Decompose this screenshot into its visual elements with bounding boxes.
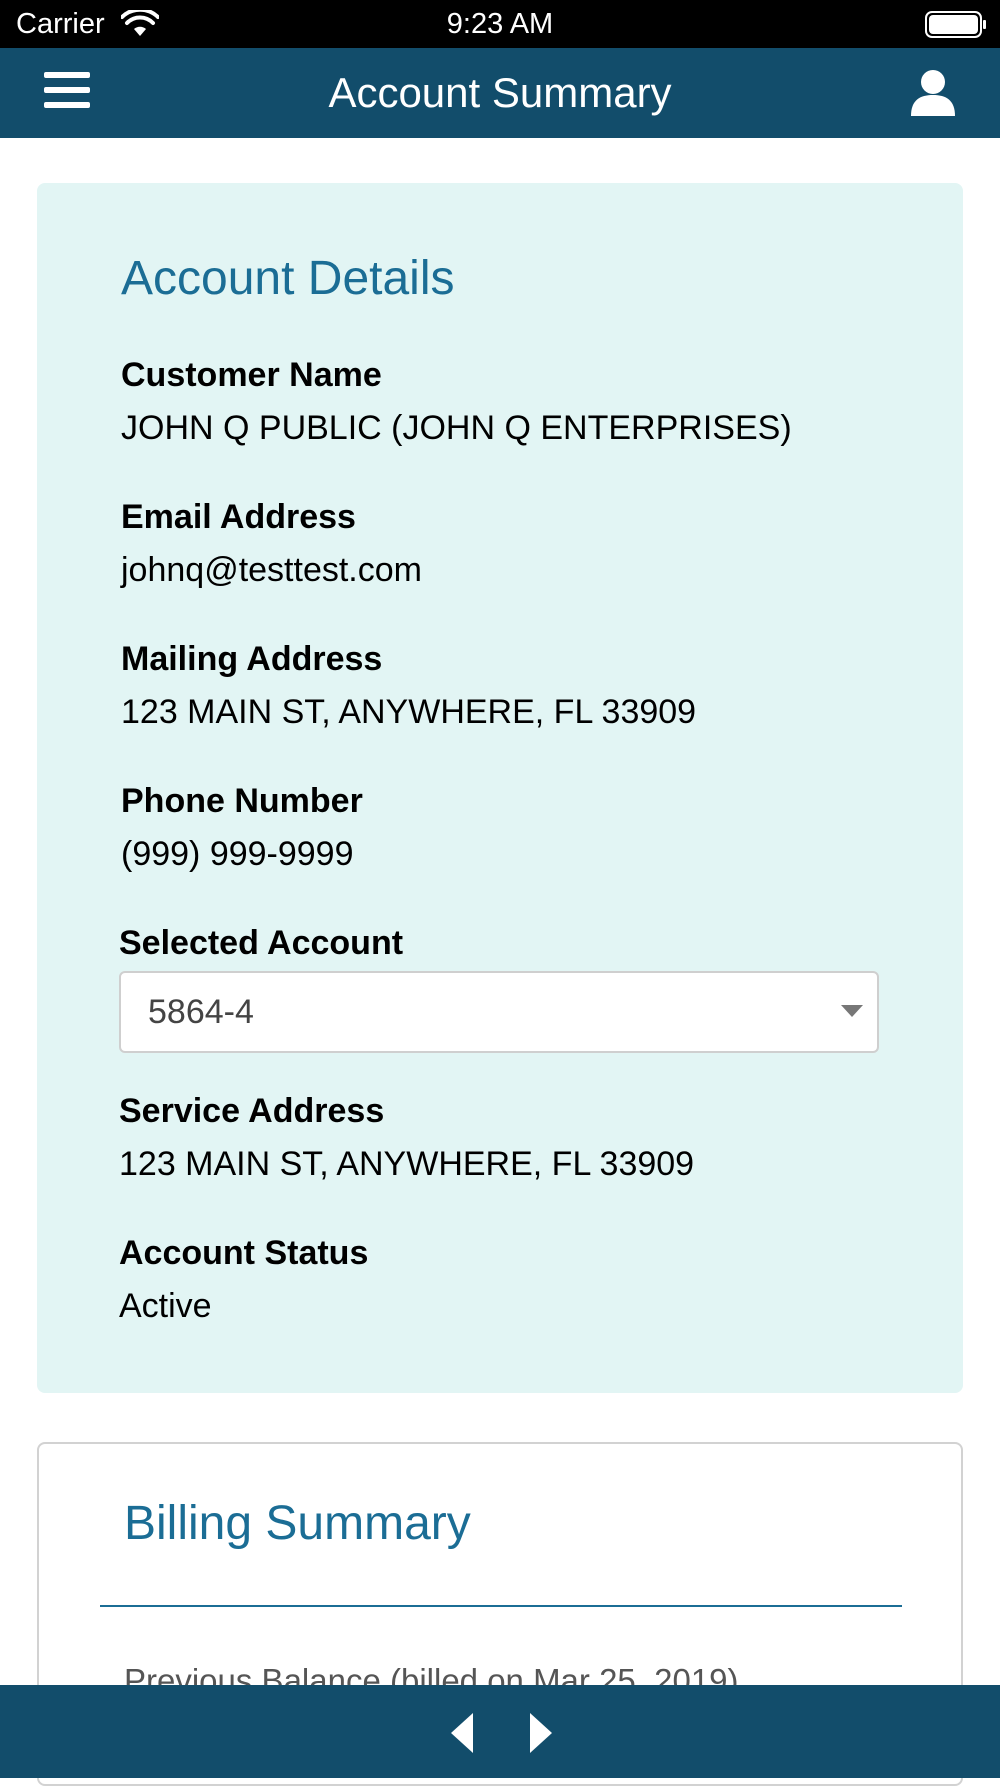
selected-account-label: Selected Account	[119, 924, 404, 962]
page-title: Account Summary	[328, 69, 672, 116]
phone-number-label: Phone Number	[121, 782, 363, 820]
hamburger-menu-icon[interactable]	[44, 72, 90, 114]
app-header: Account Summary	[0, 48, 1000, 138]
account-details-card: Account Details Customer Name JOHN Q PUB…	[37, 183, 963, 1393]
divider	[100, 1605, 902, 1607]
service-address-label: Service Address	[119, 1092, 385, 1130]
selected-account-value: 5864-4	[148, 993, 254, 1031]
email-address-value: johnq@testtest.com	[121, 551, 422, 589]
service-address-value: 123 MAIN ST, ANYWHERE, FL 33909	[119, 1145, 695, 1183]
phone-number-value: (999) 999-9999	[121, 835, 354, 873]
account-details-title: Account Details	[121, 252, 455, 305]
account-status-value: Active	[119, 1287, 212, 1325]
chevron-right-icon[interactable]	[526, 1711, 556, 1755]
battery-icon	[925, 11, 986, 38]
account-status-label: Account Status	[119, 1234, 369, 1272]
customer-name-value: JOHN Q PUBLIC (JOHN Q ENTERPRISES)	[121, 409, 792, 447]
bottom-nav-bar	[0, 1685, 1000, 1778]
mailing-address-label: Mailing Address	[121, 640, 383, 678]
chevron-left-icon[interactable]	[447, 1711, 477, 1755]
clock: 9:23 AM	[446, 8, 554, 40]
mailing-address-value: 123 MAIN ST, ANYWHERE, FL 33909	[121, 693, 697, 731]
selected-account-dropdown[interactable]: 5864-4	[119, 971, 879, 1053]
email-address-label: Email Address	[121, 498, 356, 536]
billing-summary-title: Billing Summary	[124, 1497, 471, 1550]
chevron-down-icon	[841, 1005, 863, 1017]
status-bar: Carrier 9:23 AM	[0, 0, 1000, 48]
user-profile-icon[interactable]	[908, 68, 958, 118]
customer-name-label: Customer Name	[121, 356, 382, 394]
